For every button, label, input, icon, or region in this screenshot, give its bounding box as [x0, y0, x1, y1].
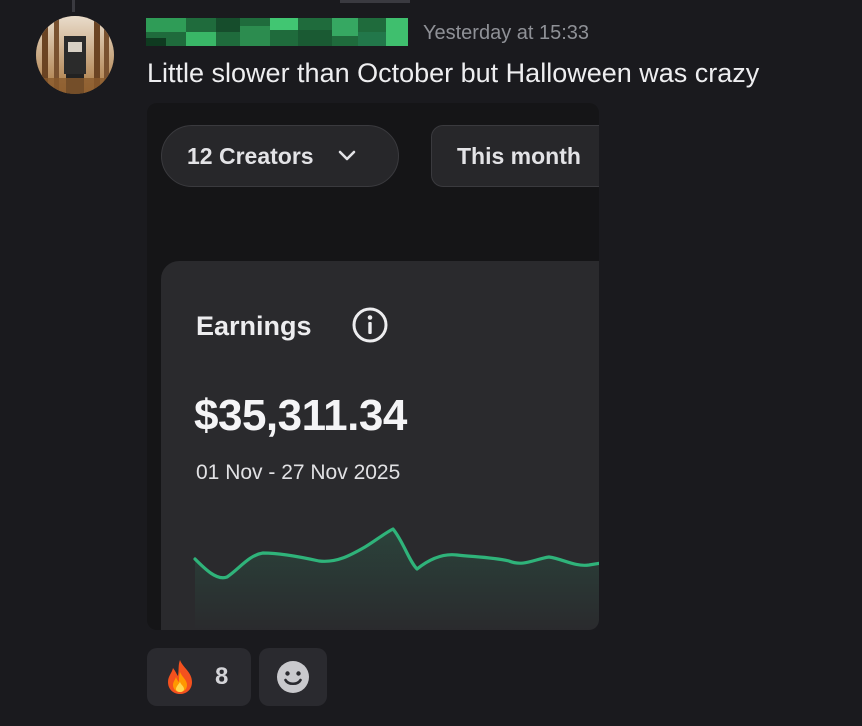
earnings-amount: $35,311.34: [194, 391, 407, 440]
chevron-down-icon: [338, 150, 355, 161]
reaction-count: 8: [215, 663, 229, 690]
date-range: 01 Nov - 27 Nov 2025: [196, 461, 401, 484]
thread-connector: [72, 0, 75, 12]
earnings-card: Earnings $35,311.34 01 Nov - 27 Nov 2025: [161, 261, 599, 630]
image-attachment[interactable]: 12 Creators This month Earnings $35,311.…: [147, 103, 599, 630]
avatar[interactable]: [36, 16, 114, 94]
avatar-image: [36, 16, 114, 94]
period-filter-button[interactable]: This month: [431, 125, 599, 187]
add-reaction-button[interactable]: [259, 648, 327, 706]
fire-reaction[interactable]: 8: [147, 648, 251, 706]
message-timestamp: Yesterday at 15:33: [423, 22, 590, 44]
creators-filter-label: 12 Creators: [187, 142, 314, 169]
message-text: Little slower than October but Halloween…: [147, 58, 760, 88]
smiley-add-reaction-icon: [277, 661, 309, 693]
chat-message-view: Yesterday at 15:33 Little slower than Oc…: [0, 0, 862, 726]
username-redacted[interactable]: [146, 18, 408, 46]
reactions-bar: 8: [147, 648, 327, 706]
info-icon[interactable]: [350, 305, 390, 345]
period-filter-label: This month: [457, 142, 581, 169]
earnings-sparkline: [193, 527, 599, 630]
thread-connector-top: [340, 0, 410, 3]
earnings-title: Earnings: [196, 311, 312, 341]
fire-icon: [168, 660, 192, 694]
creators-filter-dropdown[interactable]: 12 Creators: [161, 125, 399, 187]
